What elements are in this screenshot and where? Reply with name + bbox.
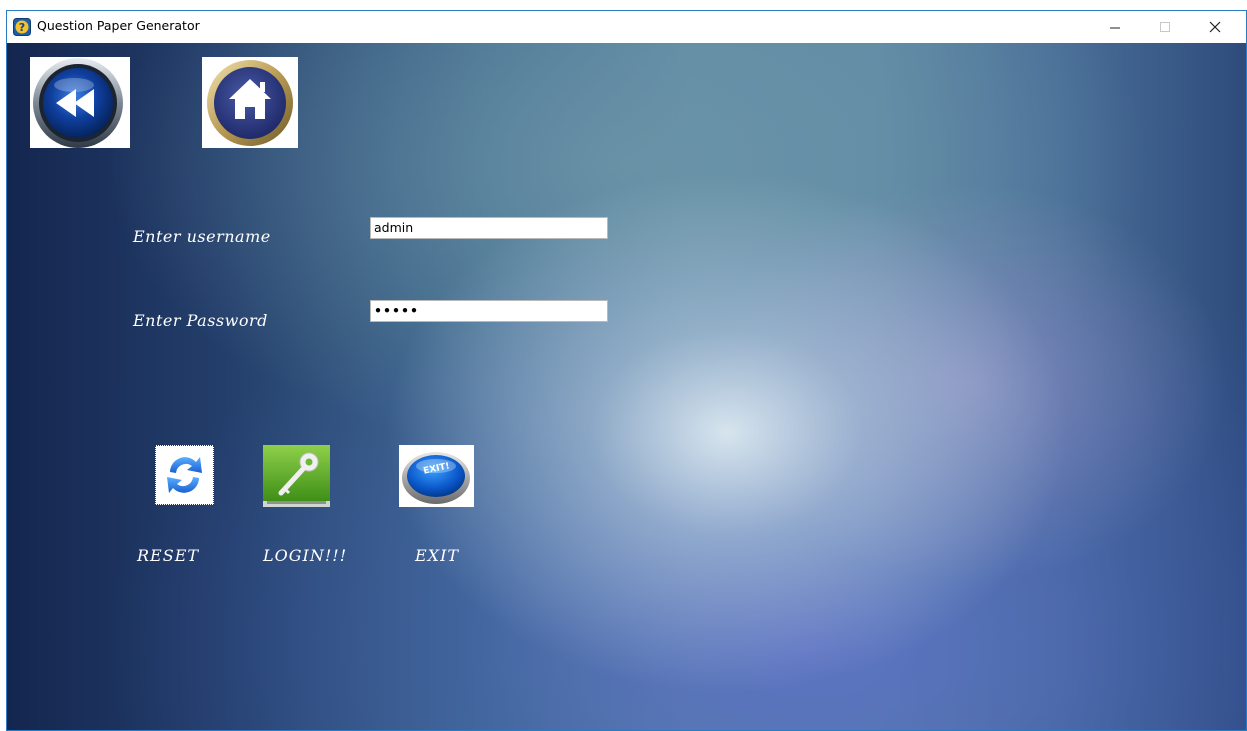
rewind-back-icon xyxy=(33,58,123,148)
home-icon xyxy=(207,60,293,146)
maximize-button[interactable] xyxy=(1142,11,1188,43)
password-field[interactable]: ••••• xyxy=(370,300,608,322)
minimize-icon xyxy=(1110,27,1120,29)
login-label: LOGIN!!! xyxy=(263,546,348,565)
app-window: ? Question Paper Generator Enter usernam… xyxy=(6,10,1247,731)
app-icon: ? xyxy=(13,18,31,36)
maximize-icon xyxy=(1160,22,1170,32)
refresh-icon xyxy=(167,457,202,493)
exit-button[interactable]: EXIT! xyxy=(399,445,474,507)
exit-label: EXIT xyxy=(415,546,460,565)
reset-label: RESET xyxy=(137,546,200,565)
svg-text:?: ? xyxy=(19,21,25,34)
minimize-button[interactable] xyxy=(1092,11,1138,43)
back-button[interactable] xyxy=(30,57,130,148)
username-label: Enter username xyxy=(133,227,271,246)
reset-button[interactable] xyxy=(155,445,214,505)
password-label: Enter Password xyxy=(133,311,268,330)
window-title: Question Paper Generator xyxy=(37,18,200,33)
login-button[interactable] xyxy=(263,445,330,507)
home-button[interactable] xyxy=(202,57,298,148)
key-icon xyxy=(263,445,330,507)
login-panel: Enter username admin Enter Password ••••… xyxy=(7,43,1246,730)
title-bar[interactable]: ? Question Paper Generator xyxy=(7,11,1246,43)
exit-icon: EXIT! xyxy=(402,452,470,504)
close-icon xyxy=(1209,21,1221,33)
username-field[interactable]: admin xyxy=(370,217,608,239)
close-button[interactable] xyxy=(1192,11,1238,43)
